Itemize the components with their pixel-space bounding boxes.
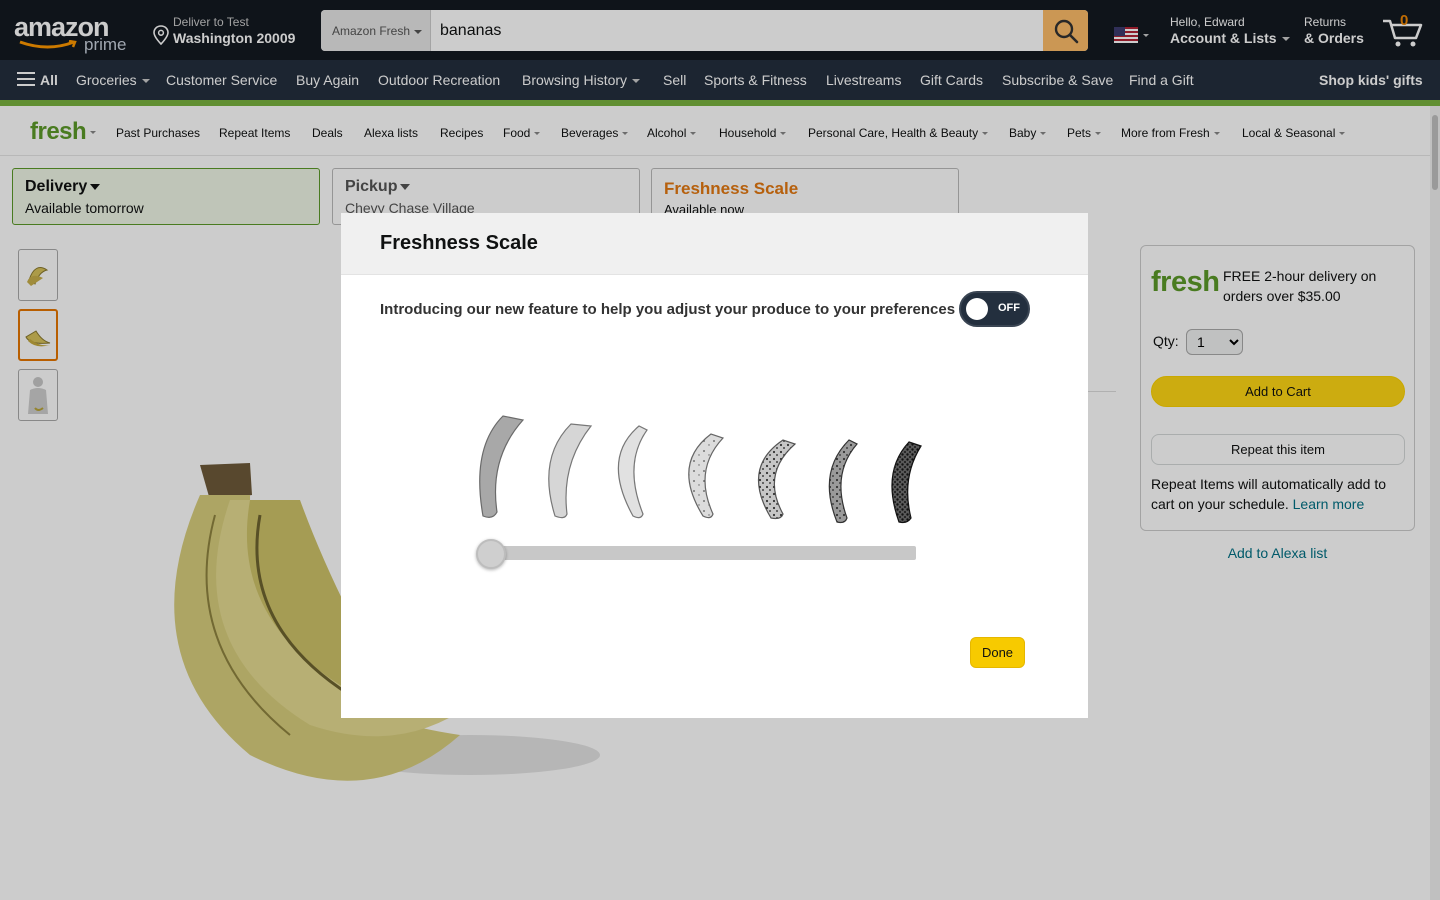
ripeness-scale-image	[479, 415, 922, 524]
modal-intro-text: Introducing our new feature to help you …	[380, 301, 956, 318]
modal-header: Freshness Scale	[341, 213, 1088, 275]
freshness-scale-modal: Freshness Scale Introducing our new feat…	[341, 213, 1088, 718]
banana-stage-1	[479, 415, 525, 518]
freshness-slider-track[interactable]	[491, 546, 916, 560]
toggle-knob	[966, 298, 988, 320]
done-button[interactable]: Done	[970, 637, 1025, 668]
banana-stage-2	[548, 423, 593, 519]
modal-title: Freshness Scale	[380, 232, 538, 254]
toggle-label: OFF	[998, 302, 1020, 314]
freshness-slider-thumb[interactable]	[476, 539, 506, 569]
freshness-toggle[interactable]: OFF	[959, 291, 1030, 327]
banana-stage-3	[617, 425, 648, 519]
